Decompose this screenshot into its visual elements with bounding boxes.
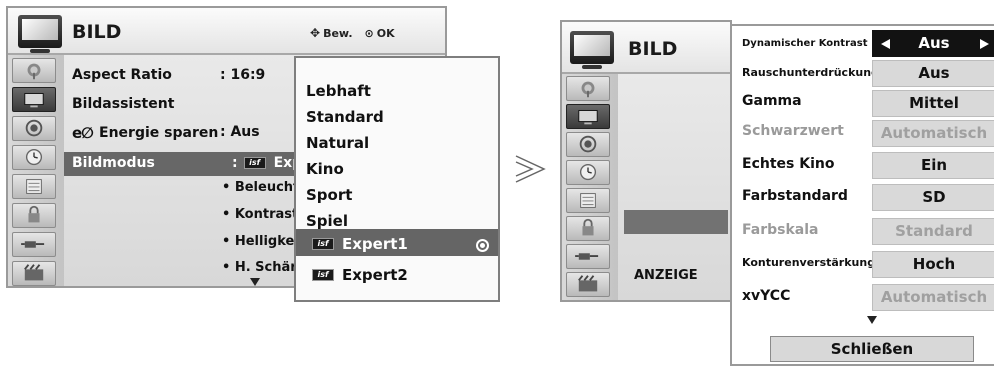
move-arrows-icon: ✥ <box>310 26 321 40</box>
aspect-ratio-item[interactable]: Aspect Ratio <box>72 67 172 83</box>
energy-saving-value: : Aus <box>220 124 260 140</box>
category-sidebar <box>8 55 64 286</box>
input-plug-icon[interactable] <box>12 232 56 257</box>
gamma-value[interactable]: Mittel <box>872 90 994 117</box>
color-standard-value[interactable]: SD <box>872 184 994 211</box>
clock-icon[interactable] <box>566 160 610 185</box>
xvycc-value: Automatisch <box>872 284 994 311</box>
picture-mode-item[interactable]: Bildmodus <box>72 155 155 171</box>
selected-radio-icon <box>476 239 489 252</box>
energy-eco-icon: e∅ <box>72 124 94 142</box>
mode-option-expert2[interactable]: isf Expert2 <box>312 266 408 284</box>
real-cinema-value[interactable]: Ein <box>872 152 994 179</box>
picture-mode-value: : isf Exp <box>232 155 302 171</box>
black-level-label: Schwarzwert <box>742 123 844 139</box>
color-standard-label: Farbstandard <box>742 188 848 204</box>
options-icon[interactable] <box>566 188 610 213</box>
dynamic-contrast-label: Dynamischer Kontrast <box>742 38 868 49</box>
black-level-value: Automatisch <box>872 120 994 147</box>
lock-icon[interactable] <box>12 203 56 228</box>
isf-badge-icon: isf <box>312 269 334 281</box>
energy-saving-label: Energie sparen <box>99 125 219 141</box>
scroll-down-icon[interactable] <box>867 316 877 324</box>
color-gamut-value: Standard <box>872 218 994 245</box>
mode-option-game[interactable]: Spiel <box>306 212 348 230</box>
tv-icon <box>18 15 62 53</box>
mode-option-vivid[interactable]: Lebhaft <box>306 82 371 100</box>
sub-item-h-sharpness[interactable]: • H. Schärf <box>222 260 302 275</box>
navigation-hint: ✥ Bew. ⊙ OK <box>310 26 395 40</box>
mode-option-natural[interactable]: Natural <box>306 134 369 152</box>
xvycc-label: xvYCC <box>742 288 791 304</box>
mode-option-expert2-label: Expert2 <box>342 266 408 284</box>
expert-settings-panel: Dynamischer Kontrast Aus Rauschunterdrüc… <box>730 24 994 366</box>
mode-option-standard[interactable]: Standard <box>306 108 384 126</box>
menu-content <box>618 74 730 300</box>
mode-option-expert1-label: Expert1 <box>342 235 408 253</box>
tv-icon <box>570 31 614 69</box>
options-icon[interactable] <box>12 174 56 199</box>
audio-icon[interactable] <box>566 132 610 157</box>
arrow-left-icon[interactable] <box>881 39 890 49</box>
menu-title: BILD <box>628 38 678 60</box>
mode-option-expert1[interactable]: isf Expert1 <box>312 235 408 253</box>
category-sidebar <box>562 74 618 300</box>
dynamic-contrast-selector[interactable]: Aus <box>872 30 994 57</box>
satellite-dish-icon[interactable] <box>12 58 56 83</box>
color-gamut-label: Farbskala <box>742 222 819 238</box>
mode-option-sport[interactable]: Sport <box>306 186 352 204</box>
transition-arrow-icon <box>514 152 548 190</box>
noise-reduction-label: Rauschunterdrückung <box>742 66 879 79</box>
dynamic-contrast-value: Aus <box>918 34 950 52</box>
sub-item-contrast[interactable]: • Kontrast <box>222 207 298 222</box>
energy-saving-item[interactable]: e∅ Energie sparen <box>72 124 218 142</box>
isf-badge-icon: isf <box>243 157 266 169</box>
picture-mode-colon: : <box>232 155 238 171</box>
usb-movie-icon[interactable] <box>12 261 56 286</box>
menu-header: BILD <box>562 22 730 74</box>
mode-option-cinema[interactable]: Kino <box>306 160 344 178</box>
hint-move-label: Bew. <box>323 26 353 40</box>
clock-icon[interactable] <box>12 145 56 170</box>
hint-ok-label: OK <box>376 26 395 40</box>
sub-item-brightness[interactable]: • Helligkeit <box>222 234 305 249</box>
aspect-ratio-value: : 16:9 <box>220 67 266 83</box>
noise-reduction-value[interactable]: Aus <box>872 60 994 87</box>
gamma-label: Gamma <box>742 93 802 109</box>
audio-icon[interactable] <box>12 116 56 141</box>
picture-mode-dropdown: Lebhaft Standard Natural Kino Sport Spie… <box>294 56 500 302</box>
picture-icon[interactable] <box>12 87 56 112</box>
edge-enhancer-value[interactable]: Hoch <box>872 251 994 278</box>
menu-header: BILD ✥ Bew. ⊙ OK <box>8 8 445 55</box>
satellite-dish-icon[interactable] <box>566 76 610 101</box>
lock-icon[interactable] <box>566 216 610 241</box>
real-cinema-label: Echtes Kino <box>742 156 835 172</box>
selected-row-highlight <box>624 210 728 234</box>
isf-badge-icon: isf <box>312 238 334 250</box>
picture-wizard-item[interactable]: Bildassistent <box>72 96 174 112</box>
edge-enhancer-label: Konturenverstärkung <box>742 256 876 269</box>
picture-icon[interactable] <box>566 104 610 129</box>
scroll-down-icon[interactable] <box>250 278 260 286</box>
arrow-right-icon[interactable] <box>980 39 989 49</box>
input-plug-icon[interactable] <box>566 244 610 269</box>
ok-button-icon: ⊙ <box>364 26 374 40</box>
display-section-label: ANZEIGE <box>634 268 698 283</box>
close-button[interactable]: Schließen <box>770 336 974 362</box>
usb-movie-icon[interactable] <box>566 272 610 297</box>
picture-menu-panel-secondary: BILD ANZEIGE <box>560 20 732 302</box>
menu-title: BILD <box>72 21 122 43</box>
